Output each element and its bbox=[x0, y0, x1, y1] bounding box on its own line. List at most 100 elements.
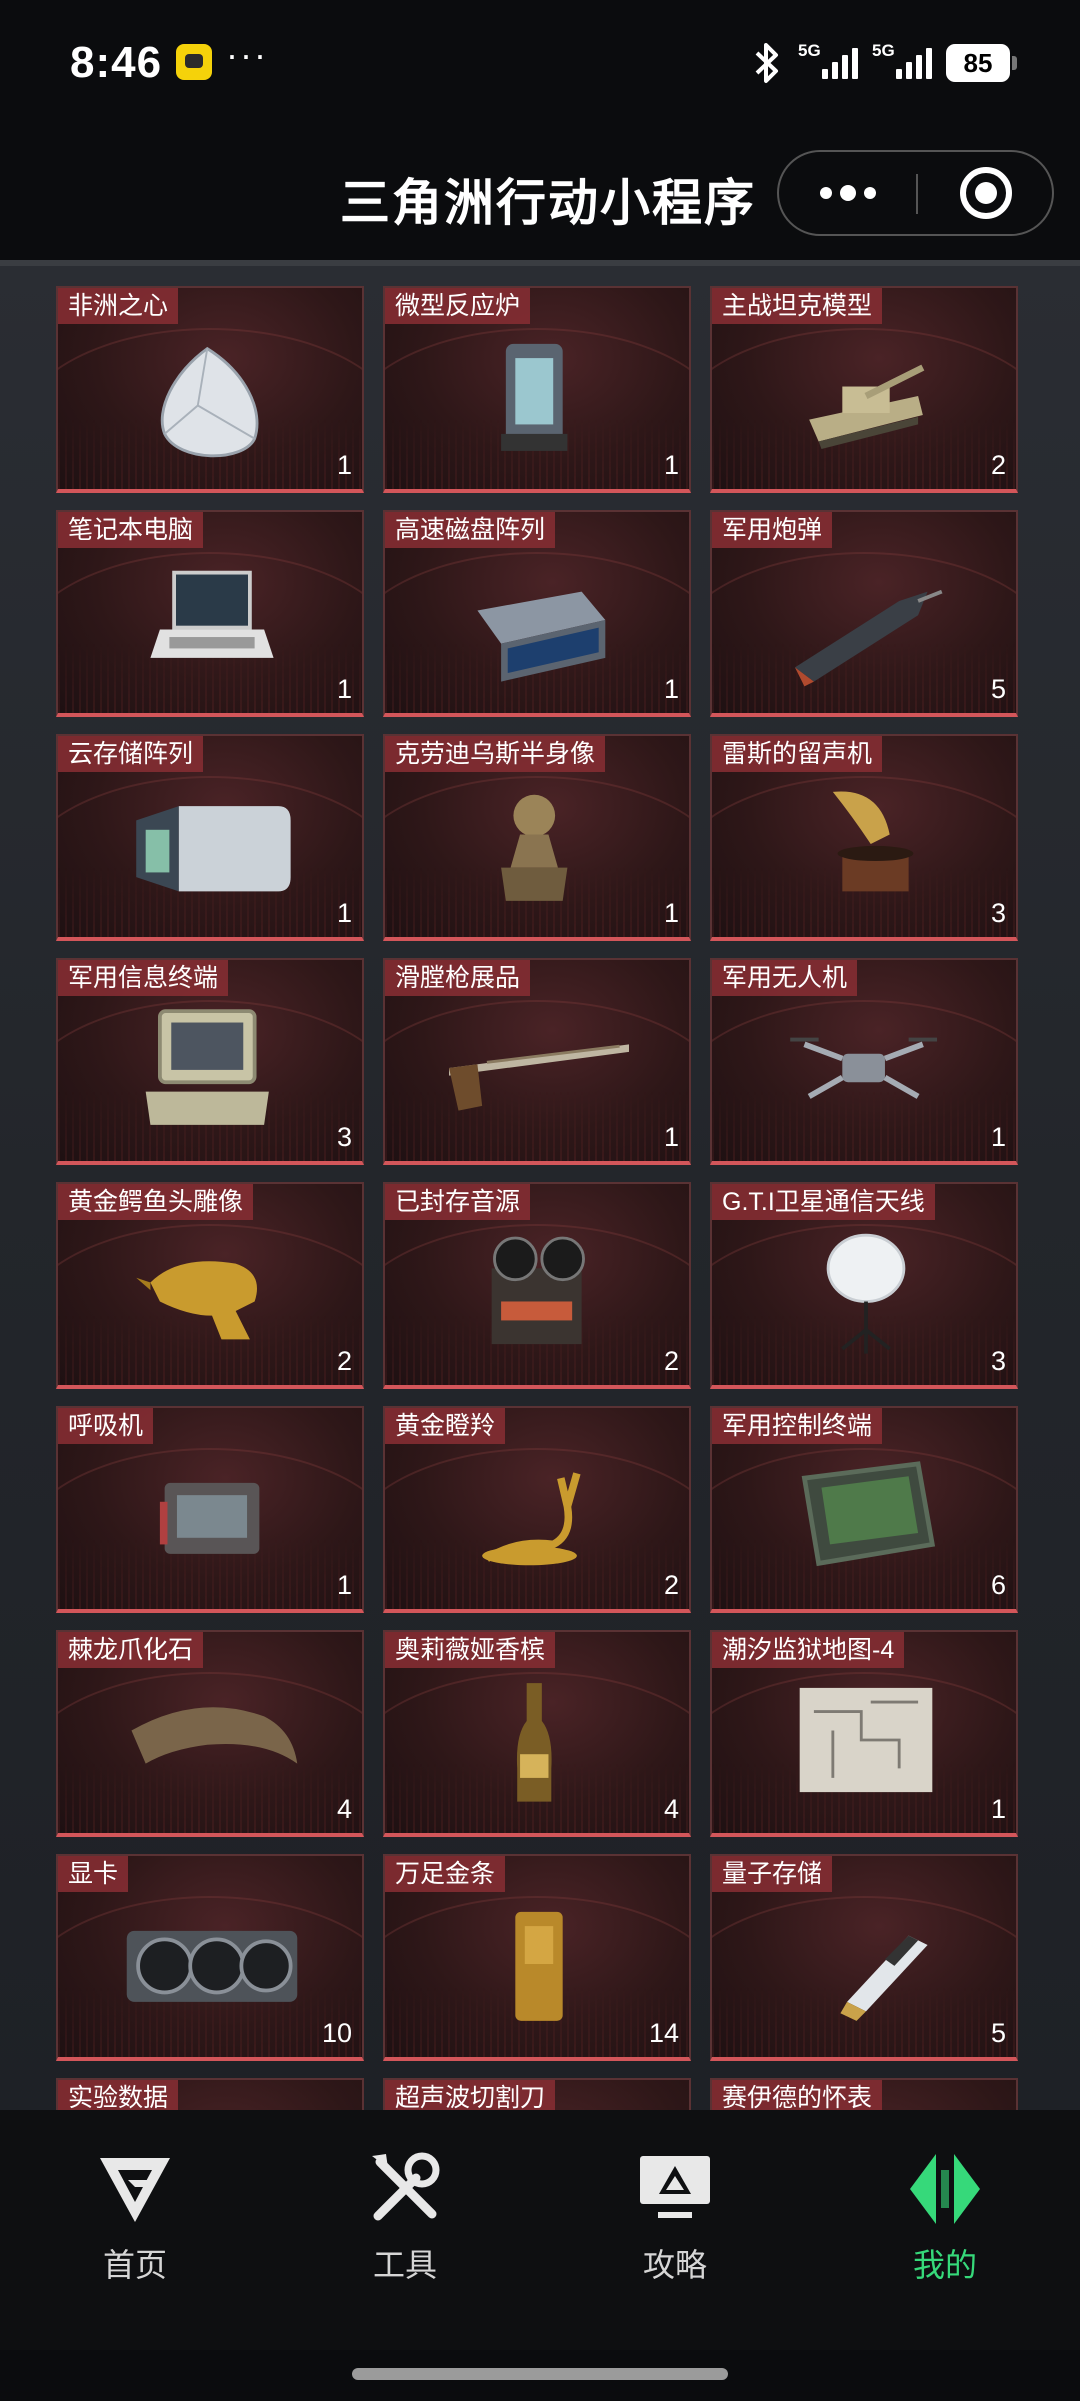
status-indicators: 5G 5G 85 bbox=[750, 38, 1017, 88]
item-name: 滑膛枪展品 bbox=[385, 960, 531, 996]
tab-profile[interactable]: 我的 bbox=[855, 2150, 1035, 2300]
item-name: 军用信息终端 bbox=[58, 960, 229, 996]
item-card[interactable]: 实验数据 bbox=[56, 2078, 364, 2110]
item-name: 克劳迪乌斯半身像 bbox=[385, 736, 606, 772]
item-card[interactable]: 赛伊德的怀表 bbox=[710, 2078, 1018, 2110]
more-options-button[interactable] bbox=[779, 152, 917, 234]
collection-list[interactable]: 非洲之心 1 微型反应炉 1 主战坦克模型 2 笔记本电脑 1 高速磁盘阵列 1 军用炮弹 5 云存储阵… bbox=[0, 260, 1080, 2110]
item-card[interactable]: 量子存储 5 bbox=[710, 1854, 1018, 2061]
item-count: 1 bbox=[663, 1122, 679, 1152]
item-card[interactable]: 超声波切割刀 bbox=[383, 2078, 691, 2110]
item-card[interactable]: 笔记本电脑 1 bbox=[56, 510, 364, 717]
item-card[interactable]: 黄金瞪羚 2 bbox=[383, 1406, 691, 1613]
item-name: 超声波切割刀 bbox=[385, 2080, 556, 2110]
tab-label: 我的 bbox=[912, 2247, 977, 2283]
item-card[interactable]: 奥莉薇娅香槟 4 bbox=[383, 1630, 691, 1837]
tab-label: 首页 bbox=[102, 2247, 167, 2283]
more-notifications-icon: ··· bbox=[226, 34, 268, 75]
item-name: 呼吸机 bbox=[58, 1408, 154, 1444]
network-type: 5G bbox=[798, 41, 821, 60]
tape-recorder-icon bbox=[449, 1222, 629, 1362]
guide-icon bbox=[640, 2156, 710, 2218]
item-card[interactable]: 显卡 10 bbox=[56, 1854, 364, 2061]
tab-home[interactable]: 首页 bbox=[45, 2150, 225, 2300]
cloud-storage-icon bbox=[122, 774, 302, 914]
tab-guide[interactable]: 攻略 bbox=[585, 2150, 765, 2300]
bust-icon bbox=[449, 774, 629, 914]
crocodile-statue-icon bbox=[122, 1222, 302, 1362]
home-logo-icon bbox=[100, 2158, 170, 2222]
item-card[interactable]: 军用无人机 1 bbox=[710, 958, 1018, 1165]
item-card[interactable]: 万足金条 14 bbox=[383, 1854, 691, 2061]
item-card[interactable]: 云存储阵列 1 bbox=[56, 734, 364, 941]
item-name: 黄金鳄鱼头雕像 bbox=[58, 1184, 254, 1220]
satellite-dish-icon bbox=[776, 1222, 956, 1362]
item-name: 军用无人机 bbox=[712, 960, 858, 996]
close-miniprogram-button[interactable] bbox=[918, 152, 1054, 234]
miniprogram-capsule bbox=[777, 150, 1054, 236]
item-card[interactable]: 微型反应炉 1 bbox=[383, 286, 691, 493]
item-count: 6 bbox=[990, 1570, 1006, 1600]
item-count: 10 bbox=[321, 2018, 352, 2048]
item-name: 棘龙爪化石 bbox=[58, 1632, 204, 1668]
shell-icon bbox=[776, 550, 956, 690]
quantum-storage-icon bbox=[776, 1894, 956, 2034]
item-count: 4 bbox=[336, 1794, 352, 1824]
status-time: 8:46 bbox=[70, 38, 163, 87]
item-name: 潮汐监狱地图-4 bbox=[712, 1632, 905, 1668]
gold-bar-icon bbox=[449, 1894, 629, 2034]
item-count: 1 bbox=[663, 674, 679, 704]
item-card[interactable]: G.T.I卫星通信天线 3 bbox=[710, 1182, 1018, 1389]
item-count: 1 bbox=[336, 1570, 352, 1600]
item-card[interactable]: 滑膛枪展品 1 bbox=[383, 958, 691, 1165]
item-count: 1 bbox=[336, 898, 352, 928]
item-name: 量子存储 bbox=[712, 1856, 833, 1892]
disk-array-icon bbox=[449, 550, 629, 690]
item-name: 高速磁盘阵列 bbox=[385, 512, 556, 548]
tab-bar: 首页 工具 攻略 我的 bbox=[0, 2110, 1080, 2350]
item-name: 军用控制终端 bbox=[712, 1408, 883, 1444]
drone-icon bbox=[776, 998, 956, 1138]
item-card[interactable]: 雷斯的留声机 3 bbox=[710, 734, 1018, 941]
tools-icon bbox=[372, 2152, 440, 2221]
item-name: 笔记本电脑 bbox=[58, 512, 204, 548]
item-card[interactable]: 潮汐监狱地图-4 1 bbox=[710, 1630, 1018, 1837]
item-count: 14 bbox=[648, 2018, 679, 2048]
gazelle-icon bbox=[449, 1446, 629, 1586]
tab-tools[interactable]: 工具 bbox=[315, 2150, 495, 2300]
tab-label: 工具 bbox=[372, 2247, 437, 2283]
item-card[interactable]: 克劳迪乌斯半身像 1 bbox=[383, 734, 691, 941]
gpu-icon bbox=[122, 1894, 302, 2034]
item-count: 5 bbox=[990, 674, 1006, 704]
item-count: 1 bbox=[336, 674, 352, 704]
item-name: 实验数据 bbox=[58, 2080, 179, 2110]
claw-fossil-icon bbox=[122, 1670, 302, 1810]
item-name: 奥莉薇娅香槟 bbox=[385, 1632, 556, 1668]
item-name: 已封存音源 bbox=[385, 1184, 531, 1220]
app-notification-icon bbox=[176, 44, 212, 80]
item-card[interactable]: 军用炮弹 5 bbox=[710, 510, 1018, 717]
item-count: 1 bbox=[663, 450, 679, 480]
item-count: 2 bbox=[663, 1346, 679, 1376]
item-card[interactable]: 呼吸机 1 bbox=[56, 1406, 364, 1613]
item-card[interactable]: 已封存音源 2 bbox=[383, 1182, 691, 1389]
item-card[interactable]: 军用信息终端 3 bbox=[56, 958, 364, 1165]
item-count: 2 bbox=[990, 450, 1006, 480]
item-card[interactable]: 主战坦克模型 2 bbox=[710, 286, 1018, 493]
item-count: 3 bbox=[336, 1122, 352, 1152]
item-card[interactable]: 黄金鳄鱼头雕像 2 bbox=[56, 1182, 364, 1389]
home-indicator[interactable] bbox=[352, 2368, 728, 2380]
item-card[interactable]: 高速磁盘阵列 1 bbox=[383, 510, 691, 717]
tab-label: 攻略 bbox=[642, 2247, 707, 2283]
item-count: 1 bbox=[336, 450, 352, 480]
page-title: 三角洲行动小程序 bbox=[340, 175, 756, 231]
item-name: 万足金条 bbox=[385, 1856, 506, 1892]
item-card[interactable]: 非洲之心 1 bbox=[56, 286, 364, 493]
item-card[interactable]: 棘龙爪化石 4 bbox=[56, 1630, 364, 1837]
signal-icon: 5G bbox=[798, 41, 858, 85]
tank-icon bbox=[776, 326, 956, 466]
item-name: 云存储阵列 bbox=[58, 736, 204, 772]
item-count: 3 bbox=[990, 1346, 1006, 1376]
item-card[interactable]: 军用控制终端 6 bbox=[710, 1406, 1018, 1613]
musket-icon bbox=[449, 998, 629, 1138]
